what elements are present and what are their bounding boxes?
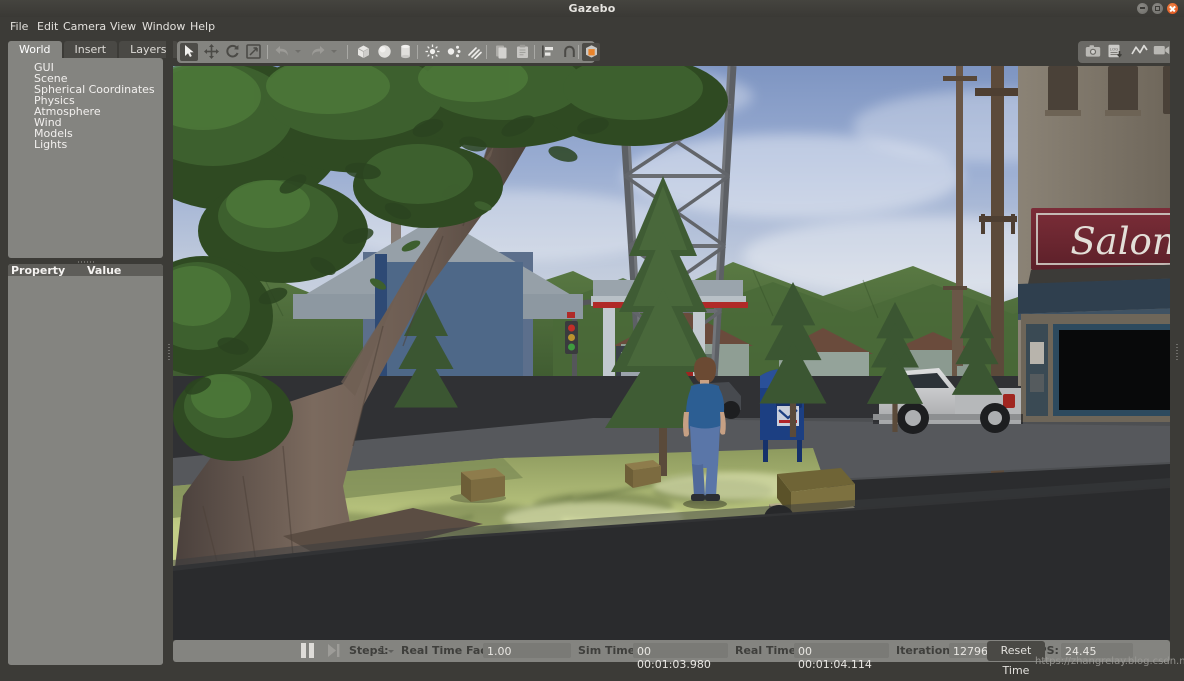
menu-file[interactable]: File: [4, 17, 34, 36]
screenshot-icon[interactable]: [1084, 43, 1102, 61]
watermark: https://zhangrelay.blog.csdn.net: [1035, 656, 1184, 667]
copy-icon[interactable]: [492, 43, 510, 61]
minimize-button[interactable]: [1137, 3, 1148, 14]
menu-bar: File Edit Camera View Window Help: [0, 17, 1184, 36]
sim-time-value: 00 00:01:03.980: [637, 645, 711, 671]
column-value: Value: [87, 264, 122, 277]
svg-text:Salon: Salon: [1070, 220, 1170, 263]
align-icon[interactable]: [539, 43, 557, 61]
salon-storefront: Salon: [1018, 66, 1170, 422]
spot-light-icon[interactable]: [444, 43, 462, 61]
panel-tabs: World Insert Layers: [8, 41, 180, 58]
rtf-value: 1.00: [487, 645, 512, 658]
property-table-header: Property Value: [8, 264, 163, 276]
recording-toolbar: LOG: [1078, 41, 1177, 63]
sphere-icon[interactable]: [375, 43, 393, 61]
steps-value[interactable]: 1: [379, 644, 386, 657]
real-time-label: Real Time:: [735, 644, 801, 657]
pause-icon[interactable]: [301, 643, 315, 658]
steps-dropdown-arrow-icon[interactable]: [388, 650, 394, 653]
sim-time-label: Sim Time:: [578, 644, 640, 657]
undo-dropdown-arrow-icon[interactable]: [295, 50, 301, 53]
title-bar: Gazebo: [0, 0, 1184, 17]
box-icon[interactable]: [354, 43, 372, 61]
splitter-grip: [168, 344, 170, 360]
video-record-icon[interactable]: [1152, 43, 1170, 61]
log-record-icon[interactable]: LOG: [1106, 43, 1124, 61]
scale-icon[interactable]: [244, 43, 262, 61]
cylinder-icon[interactable]: [396, 43, 414, 61]
directional-light-icon[interactable]: [465, 43, 483, 61]
real-time-value: 00 00:01:04.114: [798, 645, 872, 671]
splitter-grip: [1176, 344, 1178, 360]
rtf-field[interactable]: 1.00: [483, 643, 571, 658]
real-time-field[interactable]: 00 00:01:04.114: [794, 643, 889, 671]
3d-viewport[interactable]: STOP: [173, 66, 1170, 640]
undo-icon[interactable]: [273, 43, 291, 61]
property-table-body: [8, 276, 163, 664]
plot-icon[interactable]: [1130, 43, 1148, 61]
view-angle-icon[interactable]: [582, 43, 600, 61]
gazebo-window: Gazebo File Edit Camera View Window Help…: [0, 0, 1184, 677]
property-table: Property Value: [8, 264, 163, 665]
snap-icon[interactable]: [560, 43, 578, 61]
world-tree[interactable]: GUI Scene Spherical Coordinates Physics …: [8, 58, 163, 258]
column-property: Property: [11, 264, 66, 277]
tab-insert[interactable]: Insert: [63, 41, 118, 58]
menu-help[interactable]: Help: [184, 17, 221, 36]
tree-item-atmosphere[interactable]: Atmosphere: [8, 106, 163, 117]
step-forward-icon[interactable]: [328, 644, 340, 657]
window-title: Gazebo: [568, 2, 616, 15]
right-vertical-splitter[interactable]: [1170, 36, 1184, 673]
rotate-icon[interactable]: [223, 43, 241, 61]
maximize-button[interactable]: [1152, 3, 1163, 14]
close-button[interactable]: [1167, 3, 1178, 14]
tree-item-models[interactable]: Models: [8, 128, 163, 139]
tree-item-spherical-coordinates[interactable]: Spherical Coordinates: [8, 84, 163, 95]
tree-item-lights[interactable]: Lights: [8, 139, 163, 150]
iterations-value: 12796: [953, 645, 988, 658]
left-vertical-splitter[interactable]: [166, 36, 173, 673]
paste-icon[interactable]: [513, 43, 531, 61]
redo-icon[interactable]: [309, 43, 327, 61]
tab-world[interactable]: World: [8, 41, 62, 58]
point-light-icon[interactable]: [423, 43, 441, 61]
translate-icon[interactable]: [202, 43, 220, 61]
redo-dropdown-arrow-icon[interactable]: [331, 50, 337, 53]
sim-time-field[interactable]: 00 00:01:03.980: [633, 643, 728, 671]
tree-item-wind[interactable]: Wind: [8, 117, 163, 128]
splitter-grip: [77, 261, 94, 263]
main-toolbar: [177, 41, 600, 63]
select-arrow-icon[interactable]: [180, 43, 198, 61]
svg-text:LOG: LOG: [1110, 47, 1118, 52]
scene-render: STOP: [173, 66, 1170, 640]
tree-item-gui[interactable]: GUI: [8, 62, 163, 73]
window-controls: [1137, 3, 1178, 14]
